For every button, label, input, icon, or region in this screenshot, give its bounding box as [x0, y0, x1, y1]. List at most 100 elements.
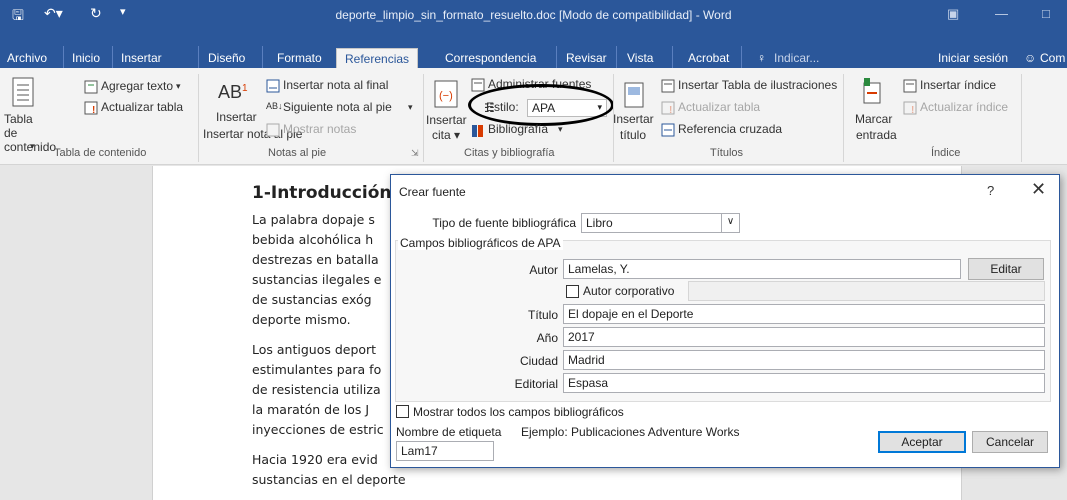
mark-entry-line1[interactable]: Marcar: [855, 112, 892, 126]
table-of-contents-icon: [12, 77, 34, 110]
insert-index-icon: [903, 79, 917, 96]
cancel-button[interactable]: Cancelar: [972, 431, 1048, 453]
title-bar: 🖫 ↶▾ ↻ ▾ deporte_limpio_sin_formato_resu…: [0, 0, 1067, 30]
example-text: Ejemplo: Publicaciones Adventure Works: [521, 425, 740, 439]
tab-insertar[interactable]: Insertar: [121, 48, 162, 70]
window-title: deporte_limpio_sin_formato_resuelto.doc …: [335, 8, 732, 22]
insert-footnote-line1[interactable]: Insertar: [216, 110, 257, 124]
cross-reference-button[interactable]: Referencia cruzada: [678, 122, 782, 136]
publisher-label: Editorial: [514, 377, 558, 391]
footnote-icon: AB1: [218, 82, 248, 102]
show-notes-button[interactable]: Mostrar notas: [283, 122, 356, 136]
tab-vista[interactable]: Vista: [627, 48, 653, 70]
add-text-button[interactable]: Agregar texto: [101, 79, 173, 93]
tell-me-input[interactable]: Indicar...: [774, 48, 819, 70]
tab-formato[interactable]: Formato: [277, 48, 322, 70]
document-heading: 1-Introducción: [252, 183, 392, 203]
insert-table-figures-button[interactable]: Insertar Tabla de ilustraciones: [678, 78, 837, 92]
chevron-down-icon: ▾: [558, 124, 563, 134]
tab-referencias[interactable]: Referencias: [336, 48, 419, 70]
group-label-captions: Títulos: [710, 147, 744, 159]
svg-text:(−): (−): [439, 90, 453, 102]
tab-correspondencia[interactable]: Correspondencia: [445, 48, 536, 70]
table-of-figures-icon: [661, 79, 675, 96]
doc-line: bebida alcohólica h: [252, 232, 374, 247]
tab-revisar[interactable]: Revisar: [566, 48, 607, 70]
doc-line: de resistencia utiliza: [252, 382, 381, 397]
mark-entry-icon: [861, 78, 883, 109]
share-icon[interactable]: ☺: [1024, 51, 1036, 65]
doc-line: Los antiguos deport: [252, 342, 377, 357]
cross-reference-icon: [661, 123, 675, 140]
svg-text:!: !: [669, 105, 672, 115]
group-label-citations: Citas y bibliografía: [464, 147, 555, 159]
doc-line: la maratón de los J: [252, 402, 370, 417]
mark-entry-line2[interactable]: entrada: [856, 128, 897, 142]
endnote-icon: [266, 79, 280, 96]
source-type-value: Libro: [586, 216, 613, 230]
ok-button[interactable]: Aceptar: [878, 431, 966, 453]
group-label-toc: Tabla de contenido: [54, 147, 147, 159]
style-label: Estilo:: [486, 100, 519, 114]
corporate-author-label: Autor corporativo: [583, 284, 675, 298]
doc-line: estimulantes para fo: [252, 362, 382, 377]
insert-caption-icon: [624, 82, 644, 111]
update-table-icon: !: [84, 101, 98, 118]
tag-name-label: Nombre de etiqueta: [396, 425, 502, 439]
insert-caption-line1[interactable]: Insertar: [613, 112, 654, 126]
corporate-author-checkbox[interactable]: [566, 285, 579, 298]
help-button[interactable]: ?: [987, 183, 994, 198]
title-field[interactable]: El dopaje en el Deporte: [563, 304, 1045, 324]
group-label-footnotes: Notas al pie: [268, 147, 327, 159]
dialog-title: Crear fuente: [399, 185, 466, 199]
show-all-fields-label[interactable]: Mostrar todos los campos bibliográficos: [413, 405, 624, 419]
source-type-label: Tipo de fuente bibliográfica: [432, 216, 576, 230]
tab-diseno[interactable]: Diseño: [208, 48, 245, 70]
edit-author-button[interactable]: Editar: [968, 258, 1044, 280]
bibliography-button[interactable]: Bibliografía: [488, 122, 548, 136]
fields-group-label: Campos bibliográficos de APA: [398, 236, 563, 250]
update-index-button[interactable]: Actualizar índice: [920, 100, 1008, 114]
group-label-index: Índice: [931, 147, 961, 159]
city-field[interactable]: Madrid: [563, 350, 1045, 370]
insert-citation-button[interactable]: cita ▾: [432, 128, 460, 142]
update-index-icon: !: [903, 101, 917, 118]
tab-acrobat[interactable]: Acrobat: [688, 48, 729, 70]
tell-me-icon[interactable]: ♀: [757, 48, 766, 70]
tab-inicio[interactable]: Inicio: [72, 48, 100, 70]
author-field[interactable]: Lamelas, Y.: [563, 259, 961, 279]
insert-citation-icon: (−): [434, 80, 460, 113]
publisher-field[interactable]: Espasa: [563, 373, 1045, 393]
doc-line: sustancias en el deporte: [252, 472, 406, 487]
doc-line: Hacia 1920 era evid: [252, 452, 378, 467]
update-figures-icon: !: [661, 101, 675, 118]
doc-line: sustancias ilegales e: [252, 272, 382, 287]
update-table-button[interactable]: Actualizar tabla: [101, 100, 183, 114]
insert-citation-line1[interactable]: Insertar: [426, 113, 467, 127]
close-icon[interactable]: ✕: [1031, 179, 1046, 200]
dialog-launcher-icon[interactable]: ⇲: [411, 148, 419, 159]
maximize-icon[interactable]: □: [1042, 6, 1050, 21]
signin-link[interactable]: Iniciar sesión: [938, 51, 1008, 65]
ribbon-display-icon[interactable]: ▣: [947, 6, 959, 22]
year-field[interactable]: 2017: [563, 327, 1045, 347]
tab-archivo[interactable]: Archivo: [7, 48, 47, 70]
source-type-select[interactable]: Libro: [581, 213, 740, 233]
corporate-author-field[interactable]: [688, 281, 1045, 301]
author-label: Autor: [529, 263, 558, 277]
insert-index-button[interactable]: Insertar índice: [920, 78, 996, 92]
chevron-down-icon[interactable]: ∨: [721, 214, 739, 232]
next-footnote-button[interactable]: Siguiente nota al pie: [283, 100, 392, 114]
bibliography-icon: [471, 124, 485, 141]
minimize-icon[interactable]: —: [995, 6, 1008, 21]
insert-endnote-button[interactable]: Insertar nota al final: [283, 78, 388, 92]
tag-name-field[interactable]: Lam17: [396, 441, 494, 461]
update-figures-button[interactable]: Actualizar tabla: [678, 100, 760, 114]
share-button[interactable]: Com: [1040, 51, 1065, 65]
svg-text:!: !: [92, 105, 95, 115]
chevron-down-icon: ▾: [176, 81, 181, 91]
show-all-fields-checkbox[interactable]: [396, 405, 409, 418]
insert-caption-line2[interactable]: título: [620, 128, 646, 142]
toc-button[interactable]: Tabla de contenido: [4, 112, 56, 154]
chevron-down-icon: ▾: [408, 102, 413, 112]
